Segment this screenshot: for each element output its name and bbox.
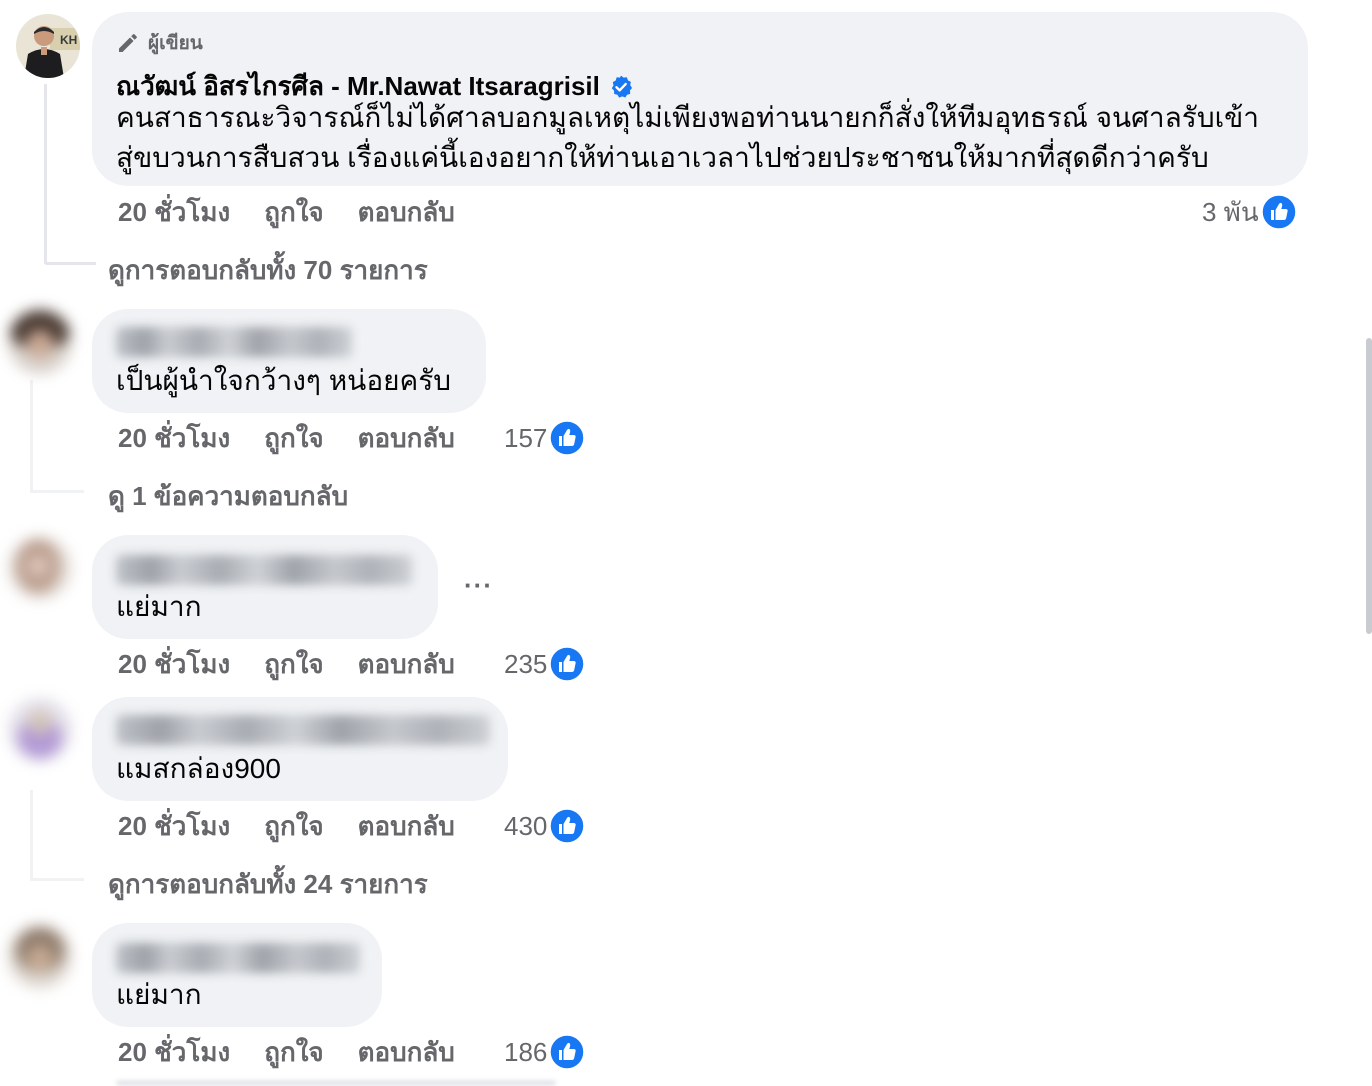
comment-bubble[interactable]: แมสกล่อง900 xyxy=(92,697,508,801)
comment-bubble[interactable]: แย่มาก xyxy=(92,923,382,1027)
comment-timestamp[interactable]: 20 ชั่วโมง xyxy=(118,1032,230,1073)
thread-connector xyxy=(30,490,84,493)
like-button[interactable]: ถูกใจ xyxy=(264,418,323,459)
reaction-count: 3 พัน xyxy=(1202,196,1259,227)
svg-text:KH: KH xyxy=(60,33,77,47)
thread-connector xyxy=(44,262,96,265)
reaction-summary[interactable]: 235 xyxy=(504,644,586,684)
like-button[interactable]: ถูกใจ xyxy=(264,806,323,847)
author-badge-label: ผู้เขียน xyxy=(148,33,203,54)
reply-button[interactable]: ตอบกลับ xyxy=(358,1032,455,1073)
author-comment-text-line-2: สู่ขบวนการสืบสวน เรื่องแค่นี้เองอยากให้ท… xyxy=(116,142,1209,173)
comment-text: แมสกล่อง900 xyxy=(116,753,281,784)
thumbs-up-icon xyxy=(549,1034,586,1070)
thread-connector xyxy=(30,790,33,880)
next-item-edge xyxy=(116,1080,556,1086)
commenter-name-redacted[interactable] xyxy=(116,715,490,745)
like-button[interactable]: ถูกใจ xyxy=(264,192,323,233)
reaction-count: 430 xyxy=(504,810,548,841)
thread-connector xyxy=(30,878,84,881)
author-comment-actions: 20 ชั่วโมง ถูกใจ ตอบกลับ xyxy=(118,192,455,232)
comment-text: เป็นผู้นำใจกว้างๆ หน่อยครับ xyxy=(116,365,452,396)
commenter-avatar[interactable] xyxy=(8,924,72,988)
reaction-count: 235 xyxy=(504,648,548,679)
commenter-avatar[interactable] xyxy=(8,698,72,762)
thumbs-up-icon xyxy=(549,646,586,682)
comment-actions: 20 ชั่วโมง ถูกใจ ตอบกลับ xyxy=(118,806,455,846)
reaction-summary[interactable]: 186 xyxy=(504,1032,586,1072)
commenter-name-redacted[interactable] xyxy=(116,327,352,357)
thread-connector xyxy=(44,84,47,264)
comment-text: แย่มาก xyxy=(116,591,202,622)
comment-timestamp[interactable]: 20 ชั่วโมง xyxy=(118,418,230,459)
reply-button[interactable]: ตอบกลับ xyxy=(358,806,455,847)
pencil-icon xyxy=(119,34,137,52)
reaction-count: 157 xyxy=(504,422,548,453)
commenter-avatar[interactable] xyxy=(8,536,72,600)
author-avatar[interactable]: KH xyxy=(16,14,80,78)
reply-button[interactable]: ตอบกลับ xyxy=(358,192,455,233)
comment-timestamp[interactable]: 20 ชั่วโมง xyxy=(118,806,230,847)
commenter-name-redacted[interactable] xyxy=(116,943,360,973)
reaction-summary[interactable]: 430 xyxy=(504,806,586,846)
view-replies-link[interactable]: ดูการตอบกลับทั้ง 70 รายการ xyxy=(108,250,428,290)
comment-bubble[interactable]: เป็นผู้นำใจกว้างๆ หน่อยครับ xyxy=(92,309,486,413)
comment-timestamp[interactable]: 20 ชั่วโมง xyxy=(118,192,230,233)
commenter-name-redacted[interactable] xyxy=(116,555,412,585)
author-comment-bubble[interactable]: ผู้เขียน ณวัฒน์ อิสรไกรศีล - Mr.Nawat It… xyxy=(92,12,1308,186)
thumbs-up-icon xyxy=(549,808,586,844)
comment-text: แย่มาก xyxy=(116,979,202,1010)
more-options-icon[interactable]: ··· xyxy=(464,570,493,601)
comment-actions: 20 ชั่วโมง ถูกใจ ตอบกลับ xyxy=(118,1032,455,1072)
reply-button[interactable]: ตอบกลับ xyxy=(358,644,455,685)
verified-badge-icon xyxy=(611,75,632,98)
like-button[interactable]: ถูกใจ xyxy=(264,644,323,685)
reply-button[interactable]: ตอบกลับ xyxy=(358,418,455,459)
commenter-avatar[interactable] xyxy=(8,310,72,374)
author-badge: ผู้เขียน xyxy=(116,28,203,58)
thread-connector xyxy=(30,380,33,490)
comment-bubble[interactable]: แย่มาก xyxy=(92,535,438,639)
comment-actions: 20 ชั่วโมง ถูกใจ ตอบกลับ xyxy=(118,644,455,684)
scrollbar-thumb[interactable] xyxy=(1366,338,1372,634)
comment-thread: KH ผู้เขียน ณวัฒน์ อิสรไกรศีล - Mr.Nawat… xyxy=(0,0,1372,1086)
comment-actions: 20 ชั่วโมง ถูกใจ ตอบกลับ xyxy=(118,418,455,458)
comment-timestamp[interactable]: 20 ชั่วโมง xyxy=(118,644,230,685)
reaction-summary[interactable]: 157 xyxy=(504,418,586,458)
like-button[interactable]: ถูกใจ xyxy=(264,1032,323,1073)
thumbs-up-icon xyxy=(549,420,586,456)
view-replies-link[interactable]: ดูการตอบกลับทั้ง 24 รายการ xyxy=(108,864,428,904)
reaction-summary[interactable]: 3 พัน xyxy=(1202,192,1297,232)
view-replies-link[interactable]: ดู 1 ข้อความตอบกลับ xyxy=(108,476,348,516)
reaction-count: 186 xyxy=(504,1036,548,1067)
author-comment-text-line-1: คนสาธารณะวิจารณ์ก็ไม่ได้ศาลบอกมูลเหตุไม่… xyxy=(116,102,1260,133)
thumbs-up-icon xyxy=(1260,194,1297,230)
